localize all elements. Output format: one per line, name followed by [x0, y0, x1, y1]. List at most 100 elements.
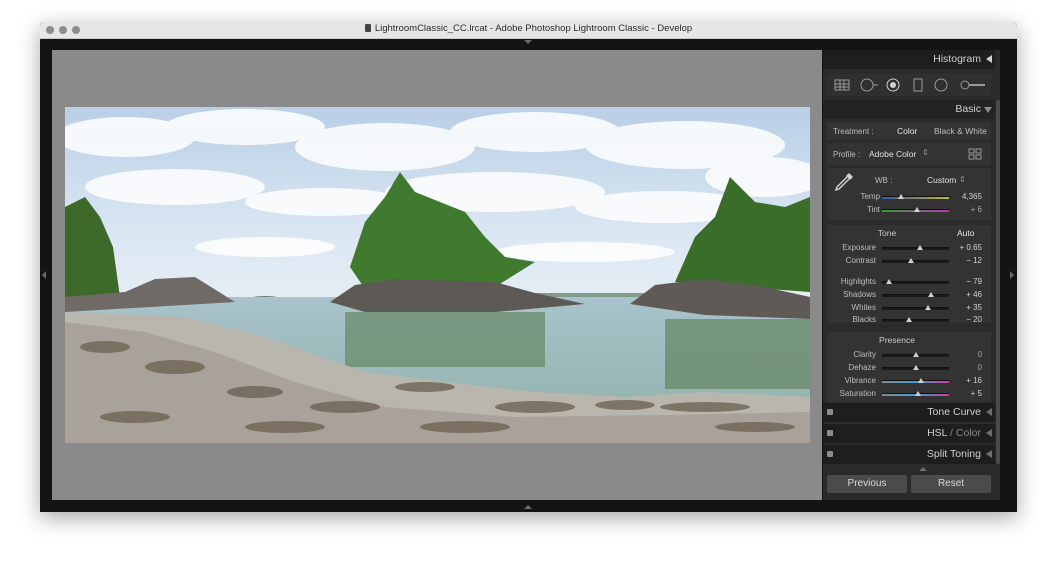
previous-button[interactable]: Previous	[827, 475, 907, 493]
landscape-photo	[65, 107, 810, 443]
hsl-separator: /	[947, 427, 956, 439]
exposure-label: Exposure	[842, 243, 876, 252]
collapse-left-icon	[986, 55, 992, 63]
tool-strip	[827, 74, 991, 96]
shadows-slider-track[interactable]	[882, 294, 949, 297]
app-window: LightroomClassic_CC.lrcat - Adobe Photos…	[40, 22, 1017, 512]
histogram-panel-label: Histogram	[933, 53, 981, 65]
profile-dropdown-arrow-icon[interactable]: ⇕	[922, 148, 929, 157]
wb-eyedropper-icon[interactable]	[833, 171, 855, 193]
split-toning-switch-icon[interactable]	[827, 451, 833, 457]
highlights-label: Highlights	[840, 277, 876, 286]
basic-panel-label: Basic	[955, 103, 981, 115]
graduated-filter-icon[interactable]	[912, 78, 924, 92]
tint-value[interactable]: + 6	[952, 205, 982, 214]
vibrance-value[interactable]: + 16	[952, 376, 982, 385]
red-eye-icon[interactable]	[885, 78, 901, 92]
photo-preview[interactable]	[65, 107, 810, 443]
saturation-value[interactable]: + 5	[952, 389, 982, 398]
wb-label: WB :	[875, 176, 893, 185]
whites-slider-thumb[interactable]	[924, 305, 931, 310]
basic-panel-header[interactable]: Basic	[823, 100, 995, 119]
presence-heading: Presence	[879, 335, 915, 345]
hsl-color-label: Color	[955, 427, 981, 439]
contrast-slider-track[interactable]	[882, 260, 949, 263]
dehaze-slider-thumb[interactable]	[912, 365, 919, 370]
blacks-value[interactable]: − 20	[952, 315, 982, 324]
tone-curve-switch-icon[interactable]	[827, 409, 833, 415]
hsl-collapse-icon	[986, 429, 992, 437]
profile-row: Profile : Adobe Color ⇕	[827, 143, 991, 165]
blacks-slider-track[interactable]	[882, 319, 949, 322]
contrast-label: Contrast	[845, 256, 876, 265]
hsl-panel-header[interactable]: HSL / Color	[823, 424, 995, 443]
vibrance-slider-track[interactable]	[882, 380, 949, 383]
expand-down-icon	[984, 107, 992, 113]
more-panels-up-icon[interactable]	[919, 467, 927, 471]
split-toning-panel-label: Split Toning	[926, 448, 981, 460]
spot-removal-icon[interactable]	[859, 78, 879, 92]
treatment-row: Treatment : Color Black & White	[827, 122, 991, 140]
wb-dropdown[interactable]: Custom	[927, 175, 956, 185]
saturation-slider-thumb[interactable]	[914, 391, 921, 396]
treatment-bw-option[interactable]: Black & White	[934, 126, 987, 136]
tint-label: Tint	[866, 205, 880, 214]
highlights-slider-thumb[interactable]	[886, 279, 893, 284]
wb-dropdown-arrow-icon[interactable]: ⇕	[959, 175, 966, 184]
shadows-slider-thumb[interactable]	[927, 292, 934, 297]
whites-label: Whites	[851, 303, 876, 312]
profile-label: Profile :	[833, 150, 861, 159]
clarity-value[interactable]: 0	[952, 350, 982, 359]
image-canvas[interactable]	[52, 50, 822, 500]
split-toning-collapse-icon	[986, 450, 992, 458]
profile-browser-grid-icon[interactable]	[968, 148, 982, 160]
vibrance-label: Vibrance	[844, 376, 876, 385]
tone-heading: Tone	[877, 228, 897, 238]
panel-scrollbar[interactable]	[996, 100, 1000, 464]
reset-button[interactable]: Reset	[911, 475, 991, 493]
temp-value[interactable]: 4,365	[952, 192, 982, 201]
temp-slider-thumb[interactable]	[897, 194, 904, 199]
shadows-value[interactable]: + 46	[952, 290, 982, 299]
left-panel-toggle-icon[interactable]	[42, 271, 46, 279]
right-panel-toggle-icon[interactable]	[1010, 271, 1014, 279]
temp-slider-track[interactable]	[882, 196, 949, 199]
whites-slider-track[interactable]	[882, 307, 949, 310]
crop-overlay-icon[interactable]	[833, 78, 851, 92]
whites-value[interactable]: + 35	[952, 303, 982, 312]
split-toning-panel-header[interactable]: Split Toning	[823, 445, 995, 464]
tone-curve-panel-label: Tone Curve	[927, 406, 981, 418]
histogram-panel-header[interactable]: Histogram	[823, 50, 995, 69]
hsl-switch-icon[interactable]	[827, 430, 833, 436]
treatment-color-option[interactable]: Color	[897, 126, 917, 136]
profile-dropdown[interactable]: Adobe Color	[869, 149, 916, 159]
tone-section: Tone Auto Exposure + 0.65 Contrast − 12 …	[827, 225, 991, 324]
blacks-slider-thumb[interactable]	[905, 317, 912, 322]
contrast-value[interactable]: − 12	[952, 256, 982, 265]
bottom-panel-toggle-icon[interactable]	[524, 505, 532, 509]
tone-curve-collapse-icon	[986, 408, 992, 416]
title-bar[interactable]: LightroomClassic_CC.lrcat - Adobe Photos…	[40, 22, 1017, 39]
tone-curve-panel-header[interactable]: Tone Curve	[823, 403, 995, 422]
dehaze-label: Dehaze	[848, 363, 876, 372]
treatment-label: Treatment :	[833, 127, 874, 136]
dehaze-value[interactable]: 0	[952, 363, 982, 372]
top-panel-toggle-icon[interactable]	[524, 40, 532, 44]
adjustment-brush-icon[interactable]	[959, 78, 987, 92]
temp-label: Temp	[860, 192, 880, 201]
tone-auto-button[interactable]: Auto	[957, 228, 975, 238]
contrast-slider-thumb[interactable]	[908, 258, 915, 263]
highlights-value[interactable]: − 79	[952, 277, 982, 286]
presence-section: Presence Clarity 0 Dehaze 0 Vibrance + 1…	[827, 332, 991, 402]
exposure-slider-track[interactable]	[882, 247, 949, 250]
window-title: LightroomClassic_CC.lrcat - Adobe Photos…	[374, 23, 693, 34]
tint-slider-thumb[interactable]	[913, 207, 920, 212]
hsl-panel-label: HSL	[927, 427, 948, 439]
radial-filter-icon[interactable]	[933, 78, 949, 92]
vibrance-slider-thumb[interactable]	[917, 378, 924, 383]
blacks-label: Blacks	[852, 315, 876, 324]
exposure-slider-thumb[interactable]	[916, 245, 923, 250]
shadows-label: Shadows	[843, 290, 876, 299]
exposure-value[interactable]: + 0.65	[952, 243, 982, 252]
clarity-slider-thumb[interactable]	[912, 352, 919, 357]
